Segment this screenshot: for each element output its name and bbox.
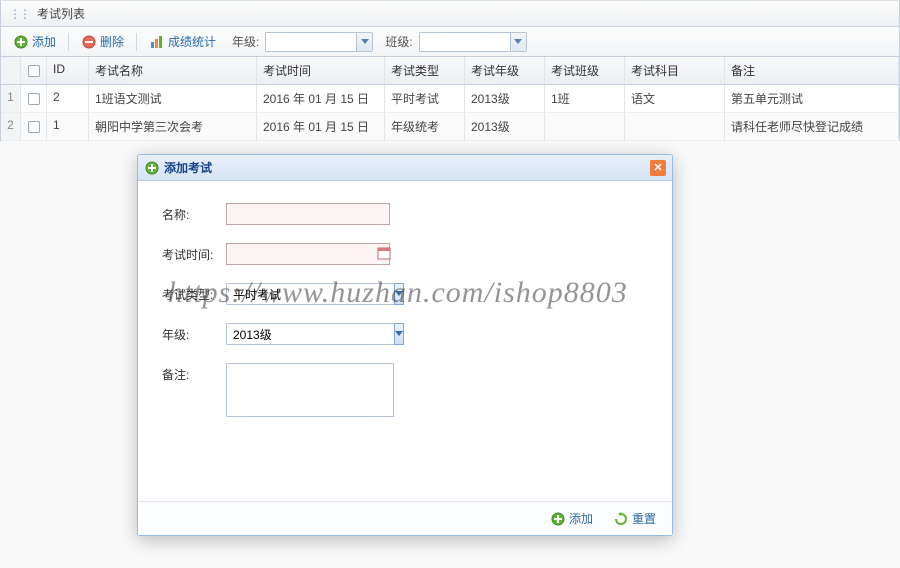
delete-button[interactable]: 删除 (77, 31, 128, 52)
class-filter-label: 班级: (385, 33, 412, 50)
col-type[interactable]: 考试类型 (385, 57, 465, 84)
dialog-add-button[interactable]: 添加 (546, 508, 597, 529)
remark-label: 备注: (162, 363, 226, 383)
dialog-reset-button[interactable]: 重置 (609, 508, 660, 529)
exam-grid: ID 考试名称 考试时间 考试类型 考试年级 考试班级 考试科目 备注 1 2 … (0, 57, 900, 141)
cell-id: 1 (47, 113, 89, 140)
col-check[interactable] (21, 57, 47, 84)
cell-rownum: 1 (1, 85, 21, 112)
cell-check[interactable] (21, 85, 47, 112)
grade-select-input[interactable] (226, 323, 394, 345)
grade-filter-input[interactable] (266, 33, 356, 51)
calendar-icon[interactable] (377, 246, 391, 260)
cell-type: 平时考试 (385, 85, 465, 112)
close-icon: ✕ (653, 161, 662, 174)
cell-name: 1班语文测试 (89, 85, 257, 112)
toolbar: 添加 删除 成绩统计 年级: 班级: (0, 27, 900, 57)
type-label: 考试类型: (162, 283, 226, 303)
cell-remark: 请科任老师尽快登记成绩 (725, 113, 899, 140)
stats-button[interactable]: 成绩统计 (145, 31, 220, 52)
dialog-body: 名称: 考试时间: 考试类型: 年级: (138, 181, 672, 501)
grade-filter-combo[interactable] (265, 32, 373, 52)
dialog-title: 添加考试 (164, 159, 650, 176)
dialog-header[interactable]: 添加考试 ✕ (138, 155, 672, 181)
grade-filter-label: 年级: (232, 33, 259, 50)
time-label: 考试时间: (162, 243, 226, 263)
col-rownum (1, 57, 21, 84)
add-exam-dialog: 添加考试 ✕ 名称: 考试时间: 考试类型: (137, 154, 673, 536)
col-id[interactable]: ID (47, 57, 89, 84)
chevron-down-icon (395, 331, 403, 337)
close-button[interactable]: ✕ (650, 160, 666, 176)
delete-label: 删除 (100, 33, 124, 50)
remark-textarea[interactable] (226, 363, 394, 417)
drag-handle-icon: ⋮⋮ (9, 7, 29, 21)
cell-time: 2016 年 01 月 15 日 (257, 85, 385, 112)
col-remark[interactable]: 备注 (725, 57, 899, 84)
type-select[interactable] (226, 283, 394, 305)
cell-subject: 语文 (625, 85, 725, 112)
dialog-footer: 添加 重置 (138, 501, 672, 535)
delete-icon (81, 34, 97, 50)
chevron-down-icon (361, 39, 369, 45)
separator (68, 33, 69, 51)
cell-grade: 2013级 (465, 113, 545, 140)
add-label: 添加 (32, 33, 56, 50)
grade-select-trigger[interactable] (394, 323, 404, 345)
cell-time: 2016 年 01 月 15 日 (257, 113, 385, 140)
add-icon (144, 160, 160, 176)
col-name[interactable]: 考试名称 (89, 57, 257, 84)
cell-id: 2 (47, 85, 89, 112)
add-icon (550, 511, 566, 527)
type-select-trigger[interactable] (394, 283, 404, 305)
grade-filter-trigger[interactable] (356, 33, 372, 51)
cell-type: 年级统考 (385, 113, 465, 140)
grade-label: 年级: (162, 323, 226, 343)
cell-name: 朝阳中学第三次会考 (89, 113, 257, 140)
panel-header: ⋮⋮ 考试列表 (0, 0, 900, 27)
time-input[interactable] (226, 243, 390, 265)
grade-select[interactable] (226, 323, 394, 345)
checkbox-icon[interactable] (28, 93, 40, 105)
dialog-reset-label: 重置 (632, 510, 656, 527)
cell-subject (625, 113, 725, 140)
separator (136, 33, 137, 51)
checkbox-icon[interactable] (28, 65, 40, 77)
table-row[interactable]: 1 2 1班语文测试 2016 年 01 月 15 日 平时考试 2013级 1… (1, 85, 899, 113)
class-filter-input[interactable] (420, 33, 510, 51)
grid-header: ID 考试名称 考试时间 考试类型 考试年级 考试班级 考试科目 备注 (1, 57, 899, 85)
panel-title: 考试列表 (37, 5, 85, 22)
cell-class: 1班 (545, 85, 625, 112)
checkbox-icon[interactable] (28, 121, 40, 133)
type-select-input[interactable] (226, 283, 394, 305)
col-time[interactable]: 考试时间 (257, 57, 385, 84)
class-filter-trigger[interactable] (510, 33, 526, 51)
table-row[interactable]: 2 1 朝阳中学第三次会考 2016 年 01 月 15 日 年级统考 2013… (1, 113, 899, 141)
barchart-icon (149, 34, 165, 50)
stats-label: 成绩统计 (168, 33, 216, 50)
add-icon (13, 34, 29, 50)
dialog-add-label: 添加 (569, 510, 593, 527)
col-grade[interactable]: 考试年级 (465, 57, 545, 84)
class-filter-combo[interactable] (419, 32, 527, 52)
cell-class (545, 113, 625, 140)
name-input[interactable] (226, 203, 390, 225)
cell-rownum: 2 (1, 113, 21, 140)
cell-grade: 2013级 (465, 85, 545, 112)
chevron-down-icon (514, 39, 522, 45)
add-button[interactable]: 添加 (9, 31, 60, 52)
chevron-down-icon (395, 291, 403, 297)
cell-check[interactable] (21, 113, 47, 140)
col-subject[interactable]: 考试科目 (625, 57, 725, 84)
refresh-icon (613, 511, 629, 527)
cell-remark: 第五单元测试 (725, 85, 899, 112)
name-label: 名称: (162, 203, 226, 223)
col-class[interactable]: 考试班级 (545, 57, 625, 84)
